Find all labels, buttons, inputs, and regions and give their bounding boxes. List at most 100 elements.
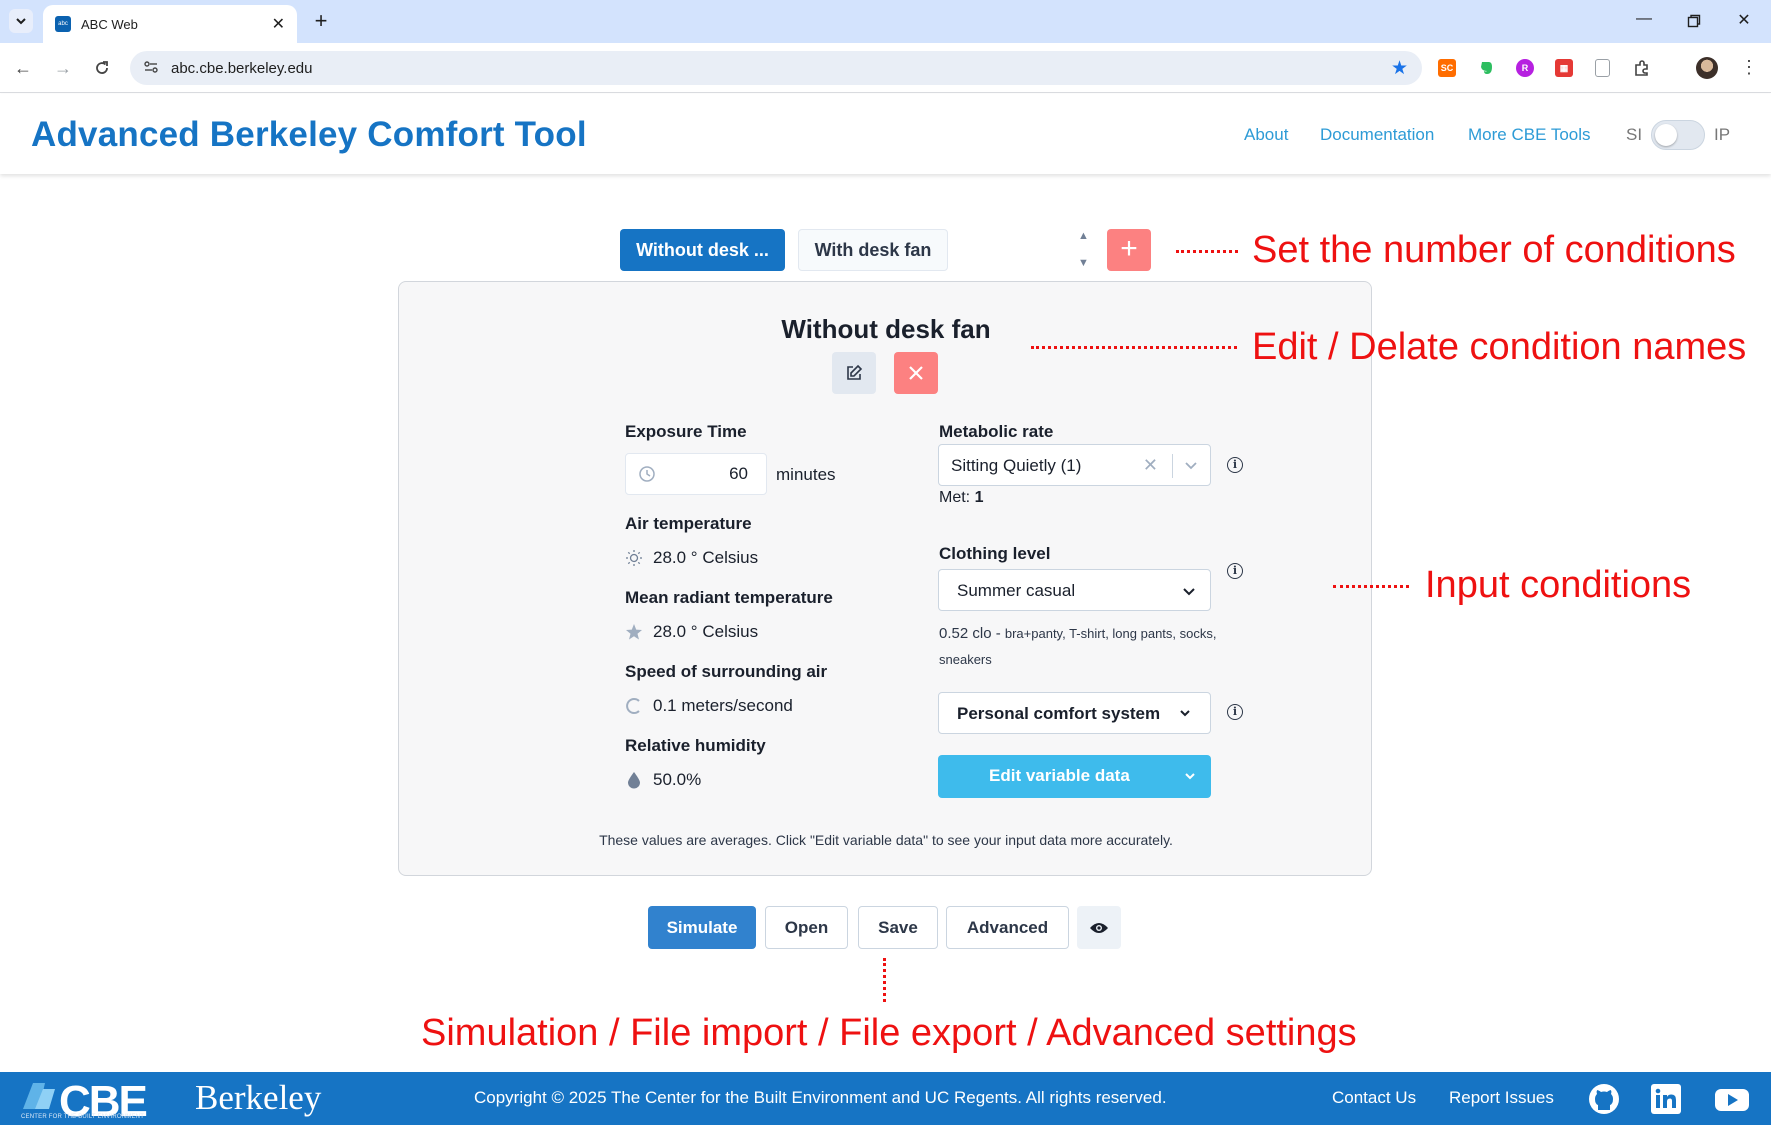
app-title[interactable]: Advanced Berkeley Comfort Tool xyxy=(31,115,587,155)
annotation-bottom-actions: Simulation / File import / File export /… xyxy=(421,1012,1357,1054)
averages-note: These values are averages. Click "Edit v… xyxy=(599,832,1173,848)
cbe-logo[interactable]: CBE CENTER FOR THE BUILT ENVIRONMENT xyxy=(21,1077,154,1125)
stepper-up-icon[interactable]: ▲ xyxy=(1078,230,1089,242)
tab-search-button[interactable] xyxy=(9,9,33,33)
close-icon xyxy=(909,366,923,380)
exposure-time-label: Exposure Time xyxy=(625,422,747,441)
edit-icon xyxy=(847,364,863,380)
air-speed-value: 0.1 meters/second xyxy=(653,696,793,715)
chevron-down-icon xyxy=(1185,773,1195,780)
toggle-view-button[interactable] xyxy=(1077,906,1121,949)
condition-tab-with-desk-fan[interactable]: With desk fan xyxy=(798,229,948,271)
clothing-level-select[interactable]: Summer casual xyxy=(938,569,1211,611)
profile-avatar[interactable] xyxy=(1696,57,1718,79)
pcs-selected: Personal comfort system xyxy=(957,704,1161,723)
mrt-label: Mean radiant temperature xyxy=(625,588,833,607)
chevron-down-icon xyxy=(16,18,26,25)
relative-humidity-label: Relative humidity xyxy=(625,736,766,755)
annotation-dots-edit xyxy=(1031,346,1237,349)
metabolic-info-icon[interactable]: i xyxy=(1227,457,1243,473)
sun-icon xyxy=(625,549,643,567)
contact-us-link[interactable]: Contact Us xyxy=(1332,1088,1416,1108)
linkedin-icon[interactable] xyxy=(1650,1083,1682,1115)
red-extension-icon[interactable]: ▦ xyxy=(1555,59,1573,77)
condition-tab-without-desk-fan[interactable]: Without desk ... xyxy=(620,229,785,271)
more-cbe-tools-link[interactable]: More CBE Tools xyxy=(1468,125,1591,145)
app-header: Advanced Berkeley Comfort Tool About Doc… xyxy=(0,94,1771,174)
evernote-icon[interactable] xyxy=(1477,59,1495,77)
clear-icon[interactable]: ✕ xyxy=(1143,455,1158,476)
reload-button[interactable] xyxy=(90,56,114,80)
youtube-icon[interactable] xyxy=(1714,1083,1750,1115)
minimize-button[interactable]: — xyxy=(1633,10,1655,32)
met-line: Met: 1 xyxy=(939,489,983,507)
cbe-subtitle: CENTER FOR THE BUILT ENVIRONMENT xyxy=(21,1114,145,1120)
clothing-level-label: Clothing level xyxy=(939,544,1051,563)
delete-condition-button[interactable] xyxy=(894,352,938,394)
open-button[interactable]: Open xyxy=(765,906,848,949)
toggle-knob xyxy=(1655,124,1677,146)
pcs-info-icon[interactable]: i xyxy=(1227,704,1243,720)
purple-extension-icon[interactable]: R xyxy=(1516,59,1534,77)
site-info-icon[interactable] xyxy=(142,59,160,77)
berkeley-logo[interactable]: Berkeley xyxy=(195,1078,321,1118)
favicon-icon: abc xyxy=(55,16,71,32)
documentation-link[interactable]: Documentation xyxy=(1320,125,1434,145)
unit-si-label: SI xyxy=(1626,125,1643,144)
close-window-button[interactable]: ✕ xyxy=(1733,10,1755,32)
unit-toggle[interactable] xyxy=(1651,120,1705,150)
eye-icon xyxy=(1090,922,1108,933)
reload-icon xyxy=(96,61,108,74)
annotation-dots-inputs xyxy=(1333,585,1409,588)
personal-comfort-system-select[interactable]: Personal comfort system xyxy=(938,692,1211,734)
forward-button[interactable]: → xyxy=(51,56,75,80)
simulate-button[interactable]: Simulate xyxy=(648,906,756,949)
extensions-puzzle-icon[interactable] xyxy=(1633,59,1651,77)
droplet-icon xyxy=(625,771,643,789)
edit-variable-data-button[interactable]: Edit variable data xyxy=(938,755,1211,798)
github-icon[interactable] xyxy=(1588,1083,1620,1115)
clo-value: 0.52 clo - xyxy=(939,625,1001,642)
met-label: Met: xyxy=(939,489,971,506)
air-speed-label: Speed of surrounding air xyxy=(625,662,828,681)
air-temperature-value: 28.0 ° Celsius xyxy=(653,548,759,567)
back-button[interactable]: ← xyxy=(11,56,35,80)
chevron-down-icon xyxy=(1183,588,1195,596)
restore-icon xyxy=(1687,14,1701,28)
restore-button[interactable] xyxy=(1683,10,1705,32)
humidity-value: 50.0% xyxy=(653,770,702,789)
metabolic-rate-label: Metabolic rate xyxy=(939,422,1054,441)
clothing-level-selected: Summer casual xyxy=(957,581,1076,600)
add-condition-button[interactable]: + xyxy=(1107,229,1151,271)
spinner-icon xyxy=(625,697,643,715)
humidity-row: 50.0% xyxy=(625,770,701,790)
about-link[interactable]: About xyxy=(1244,125,1288,145)
exposure-time-input[interactable]: 60 xyxy=(625,453,767,495)
mrt-row: 28.0 ° Celsius xyxy=(625,622,758,642)
address-bar[interactable]: abc.cbe.berkeley.edu ★ xyxy=(130,51,1422,85)
tab-close-icon[interactable]: ✕ xyxy=(272,14,285,34)
new-tab-button[interactable]: + xyxy=(308,9,334,35)
document-extension-icon[interactable] xyxy=(1595,59,1610,77)
sc-extension-icon[interactable]: SC xyxy=(1438,59,1456,77)
advanced-button[interactable]: Advanced xyxy=(946,906,1069,949)
annotation-input-conditions: Input conditions xyxy=(1425,564,1692,606)
exposure-time-value: 60 xyxy=(729,464,748,483)
mrt-value: 28.0 ° Celsius xyxy=(653,622,759,641)
save-button[interactable]: Save xyxy=(858,906,938,949)
metabolic-rate-select[interactable]: Sitting Quietly (1) ✕ xyxy=(938,444,1211,486)
chevron-down-icon xyxy=(1180,710,1190,717)
chevron-down-icon xyxy=(1185,462,1197,470)
annotation-dots-conditions xyxy=(1176,250,1238,253)
browser-tab-active[interactable]: abc ABC Web ✕ xyxy=(43,5,297,43)
star-icon xyxy=(625,623,643,641)
condition-card: Without desk fan Exposure Time 60 minute… xyxy=(398,281,1372,876)
edit-condition-button[interactable] xyxy=(832,352,876,394)
report-issues-link[interactable]: Report Issues xyxy=(1449,1088,1554,1108)
clothing-info-icon[interactable]: i xyxy=(1227,563,1243,579)
browser-menu-icon[interactable]: ⋮ xyxy=(1740,57,1758,78)
bookmark-star-icon[interactable]: ★ xyxy=(1391,57,1408,80)
stepper-down-icon[interactable]: ▼ xyxy=(1078,257,1089,269)
annotation-dots-bottom xyxy=(883,958,886,1002)
url-text: abc.cbe.berkeley.edu xyxy=(171,60,313,77)
